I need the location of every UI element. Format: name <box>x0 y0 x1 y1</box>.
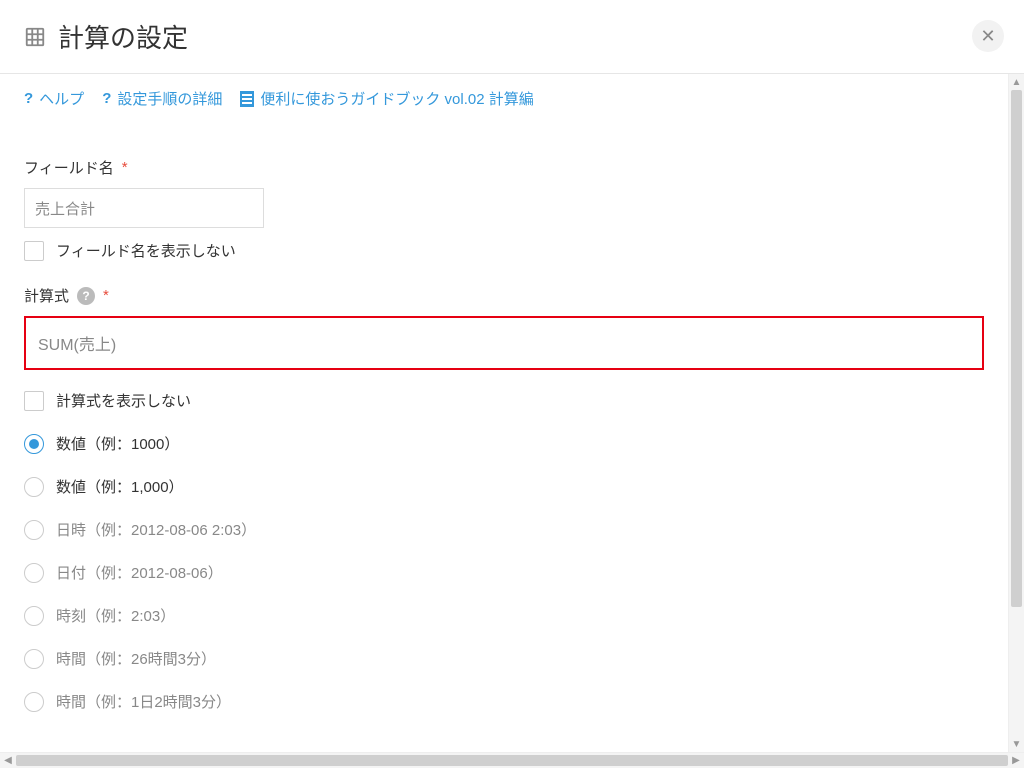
scroll-right-arrow-icon[interactable]: ▶ <box>1008 753 1024 768</box>
hide-formula-row[interactable]: 計算式を表示しない <box>24 390 984 411</box>
help-tooltip-icon[interactable]: ? <box>77 287 95 305</box>
scroll-left-arrow-icon[interactable]: ◀ <box>0 753 16 768</box>
close-button[interactable]: ✕ <box>972 20 1004 52</box>
question-icon: ? <box>102 90 111 107</box>
modal-body: ? ヘルプ ? 設定手順の詳細 便利に使おうガイドブック vol.02 計算編 … <box>0 74 1008 752</box>
format-option-radio <box>24 520 44 540</box>
format-option-label: 数値（例：1000） <box>56 433 179 454</box>
formula-label: 計算式 <box>24 285 69 306</box>
formula-label-row: 計算式 ? * <box>24 285 984 306</box>
format-option-row[interactable]: 数値（例：1000） <box>24 433 984 454</box>
procedure-detail-link[interactable]: ? 設定手順の詳細 <box>102 88 222 109</box>
guidebook-label: 便利に使おうガイドブック vol.02 計算編 <box>260 88 533 109</box>
field-name-label-row: フィールド名 * <box>24 157 984 178</box>
format-option-row: 時間（例：26時間3分） <box>24 648 984 669</box>
format-option-label: 数値（例：1,000） <box>56 476 184 497</box>
format-options-group: 数値（例：1000） 数値（例：1,000） 日時（例：2012-08-06 2:0… <box>24 433 984 712</box>
required-mark: * <box>103 287 109 304</box>
document-icon <box>240 91 254 107</box>
form-section: フィールド名 * フィールド名を表示しない 計算式 ? * SUM(売上) <box>0 123 1008 744</box>
hide-formula-label: 計算式を表示しない <box>56 390 191 411</box>
guidebook-link[interactable]: 便利に使おうガイドブック vol.02 計算編 <box>240 88 533 109</box>
scroll-track[interactable] <box>1009 90 1024 736</box>
format-option-label: 時間（例：26時間3分） <box>56 648 216 669</box>
required-mark: * <box>122 159 128 176</box>
hide-formula-checkbox[interactable] <box>24 391 44 411</box>
formula-value: SUM(売上) <box>38 331 116 355</box>
scroll-thumb[interactable] <box>16 755 1008 766</box>
horizontal-scrollbar[interactable]: ◀ ▶ <box>0 752 1024 768</box>
help-link-label: ヘルプ <box>39 88 84 109</box>
field-name-label: フィールド名 <box>24 157 114 178</box>
close-icon: ✕ <box>980 26 995 47</box>
scroll-up-arrow-icon[interactable]: ▲ <box>1009 74 1024 90</box>
format-option-radio <box>24 563 44 583</box>
scroll-thumb[interactable] <box>1011 90 1022 607</box>
format-option-radio[interactable] <box>24 477 44 497</box>
vertical-scrollbar[interactable]: ▲ ▼ <box>1008 74 1024 752</box>
format-option-row: 時刻（例：2:03） <box>24 605 984 626</box>
help-links-row: ? ヘルプ ? 設定手順の詳細 便利に使おうガイドブック vol.02 計算編 <box>0 74 1008 123</box>
format-option-label: 日付（例：2012-08-06） <box>56 562 223 583</box>
formula-input[interactable]: SUM(売上) <box>24 316 984 370</box>
format-option-row: 日時（例：2012-08-06 2:03） <box>24 519 984 540</box>
format-option-radio[interactable] <box>24 434 44 454</box>
scroll-track[interactable] <box>16 753 1008 768</box>
modal-title: 計算の設定 <box>58 18 188 55</box>
hide-field-name-row[interactable]: フィールド名を表示しない <box>24 240 984 261</box>
format-option-label: 日時（例：2012-08-06 2:03） <box>56 519 256 540</box>
settings-modal: 計算の設定 ✕ ? ヘルプ ? 設定手順の詳細 便利に使おうガイドブック vol… <box>0 0 1024 768</box>
field-name-input[interactable] <box>24 188 264 228</box>
format-option-row[interactable]: 数値（例：1,000） <box>24 476 984 497</box>
format-option-label: 時刻（例：2:03） <box>56 605 175 626</box>
hide-field-name-checkbox[interactable] <box>24 241 44 261</box>
format-option-row: 時間（例：1日2時間3分） <box>24 691 984 712</box>
format-option-row: 日付（例：2012-08-06） <box>24 562 984 583</box>
format-option-radio <box>24 692 44 712</box>
calculator-icon <box>24 26 46 48</box>
question-icon: ? <box>24 90 33 107</box>
format-option-label: 時間（例：1日2時間3分） <box>56 691 231 712</box>
procedure-detail-label: 設定手順の詳細 <box>117 88 222 109</box>
scroll-down-arrow-icon[interactable]: ▼ <box>1009 736 1024 752</box>
help-link[interactable]: ? ヘルプ <box>24 88 84 109</box>
modal-header: 計算の設定 <box>0 0 1024 74</box>
hide-field-name-label: フィールド名を表示しない <box>56 240 236 261</box>
format-option-radio <box>24 606 44 626</box>
modal-body-wrap: ? ヘルプ ? 設定手順の詳細 便利に使おうガイドブック vol.02 計算編 … <box>0 74 1024 752</box>
format-option-radio <box>24 649 44 669</box>
